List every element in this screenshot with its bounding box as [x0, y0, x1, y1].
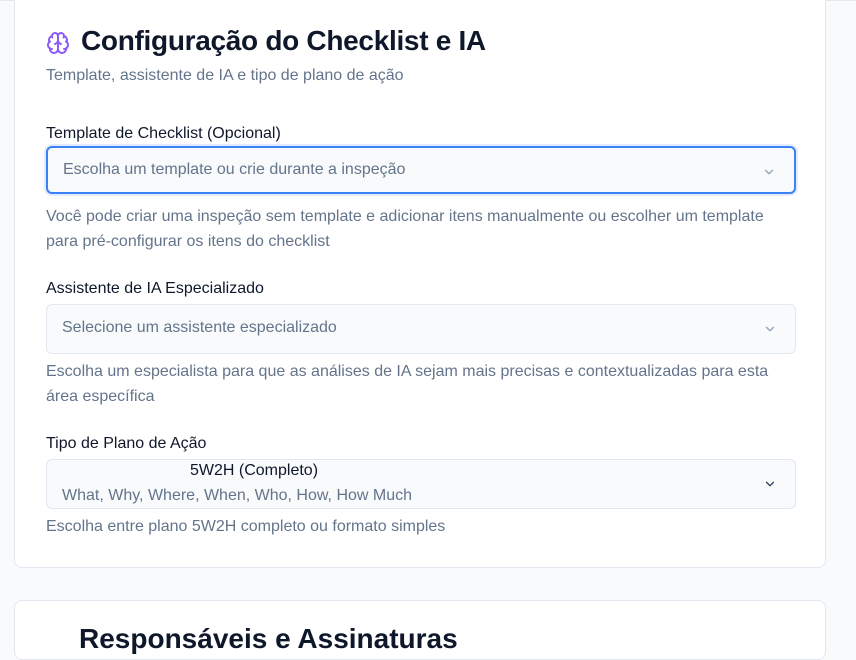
plan-type-selected-description: What, Why, Where, When, Who, How, How Mu…	[62, 487, 413, 504]
plan-type-label: Tipo de Plano de Ação	[46, 435, 207, 452]
plan-type-select[interactable]: 5W2H (Completo) What, Why, Where, When, …	[46, 459, 796, 509]
next-section-title: Responsáveis e Assinaturas	[79, 623, 458, 654]
section-subtitle: Template, assistente de IA e tipo de pla…	[46, 67, 404, 84]
assistant-select-placeholder: Selecione um assistente especializado	[62, 319, 337, 336]
assistant-label: Assistente de IA Especializado	[46, 280, 264, 297]
section-title: Configuração do Checklist e IA	[81, 25, 486, 56]
chevron-down-icon	[765, 326, 775, 332]
next-section-card: Responsáveis e Assinaturas	[14, 600, 826, 660]
checklist-ai-config-card: Configuração do Checklist e IA Template,…	[14, 0, 826, 568]
brain-icon	[47, 32, 69, 54]
assistant-help-text: Escolha um especialista para que as anál…	[46, 363, 769, 405]
template-select-placeholder: Escolha um template ou crie durante a in…	[63, 161, 406, 178]
template-label: Template de Checklist (Opcional)	[46, 125, 281, 142]
chevron-down-icon	[764, 169, 774, 175]
plan-type-selected-title: 5W2H (Completo)	[190, 462, 319, 479]
chevron-down-icon	[765, 481, 775, 487]
plan-type-help-text: Escolha entre plano 5W2H completo ou for…	[46, 518, 446, 535]
assistant-select[interactable]: Selecione um assistente especializado	[46, 304, 796, 354]
template-select[interactable]: Escolha um template ou crie durante a in…	[46, 146, 796, 194]
template-help-text: Você pode criar uma inspeção sem templat…	[46, 208, 764, 250]
